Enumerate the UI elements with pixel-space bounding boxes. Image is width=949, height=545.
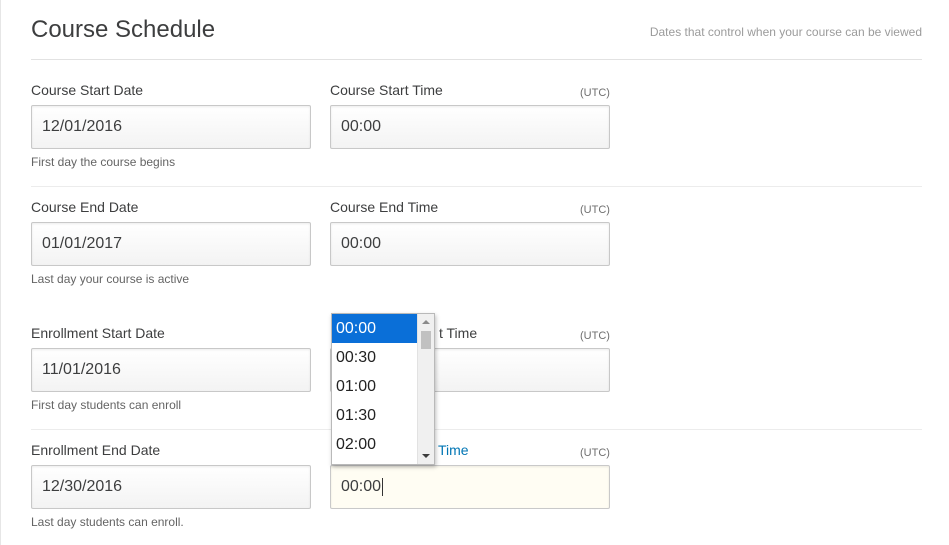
enrollment-end-time-label: Time [438,442,469,458]
scrollbar-thumb[interactable] [421,331,431,349]
enrollment-end-time-timezone: (UTC) [580,447,610,459]
enrollment-start-time-label: t Time [439,325,478,341]
enrollment-end-time-value: 00:00 [341,478,382,495]
scroll-up-arrow-icon[interactable] [422,320,430,324]
page-subtitle: Dates that control when your course can … [649,25,922,39]
course-start-date-label: Course Start Date [31,82,144,98]
time-option[interactable]: 00:30 [332,343,422,372]
course-end-date-help: Last day your course is active [31,272,190,286]
course-start-date-help: First day the course begins [31,155,176,169]
text-caret [382,477,384,496]
enrollment-end-time-field[interactable]: 00:00 [330,465,610,509]
time-dropdown-list[interactable]: 00:00 00:30 01:00 01:30 02:00 [331,313,435,465]
row-divider [31,429,922,430]
dropdown-scrollbar[interactable] [417,314,434,464]
course-end-time-label: Course End Time [330,199,439,215]
course-start-time-timezone: (UTC) [580,87,610,99]
enrollment-end-date-help: Last day students can enroll. [31,515,184,529]
time-option[interactable]: 01:00 [332,372,422,401]
enrollment-start-date-help: First day students can enroll [31,398,182,412]
page-title: Course Schedule [31,16,216,43]
course-start-time-field[interactable]: 00:00 [330,105,610,149]
enrollment-start-date-field[interactable]: 11/01/2016 [31,348,311,392]
header-divider [31,59,922,60]
enrollment-start-date-label: Enrollment Start Date [31,325,165,341]
course-start-date-field[interactable]: 12/01/2016 [31,105,311,149]
time-option[interactable]: 02:00 [332,430,422,459]
left-border [0,0,1,545]
time-option[interactable]: 00:00 [332,314,422,343]
course-start-time-label: Course Start Time [330,82,443,98]
row-divider [31,186,922,187]
course-end-time-field[interactable]: 00:00 [330,222,610,266]
scroll-down-arrow-icon[interactable] [422,454,430,458]
enrollment-start-time-timezone: (UTC) [580,330,610,342]
time-option[interactable]: 01:30 [332,401,422,430]
enrollment-end-date-label: Enrollment End Date [31,442,161,458]
course-end-date-field[interactable]: 01/01/2017 [31,222,311,266]
course-end-time-timezone: (UTC) [580,204,610,216]
course-end-date-label: Course End Date [31,199,139,215]
enrollment-end-date-field[interactable]: 12/30/2016 [31,465,311,509]
